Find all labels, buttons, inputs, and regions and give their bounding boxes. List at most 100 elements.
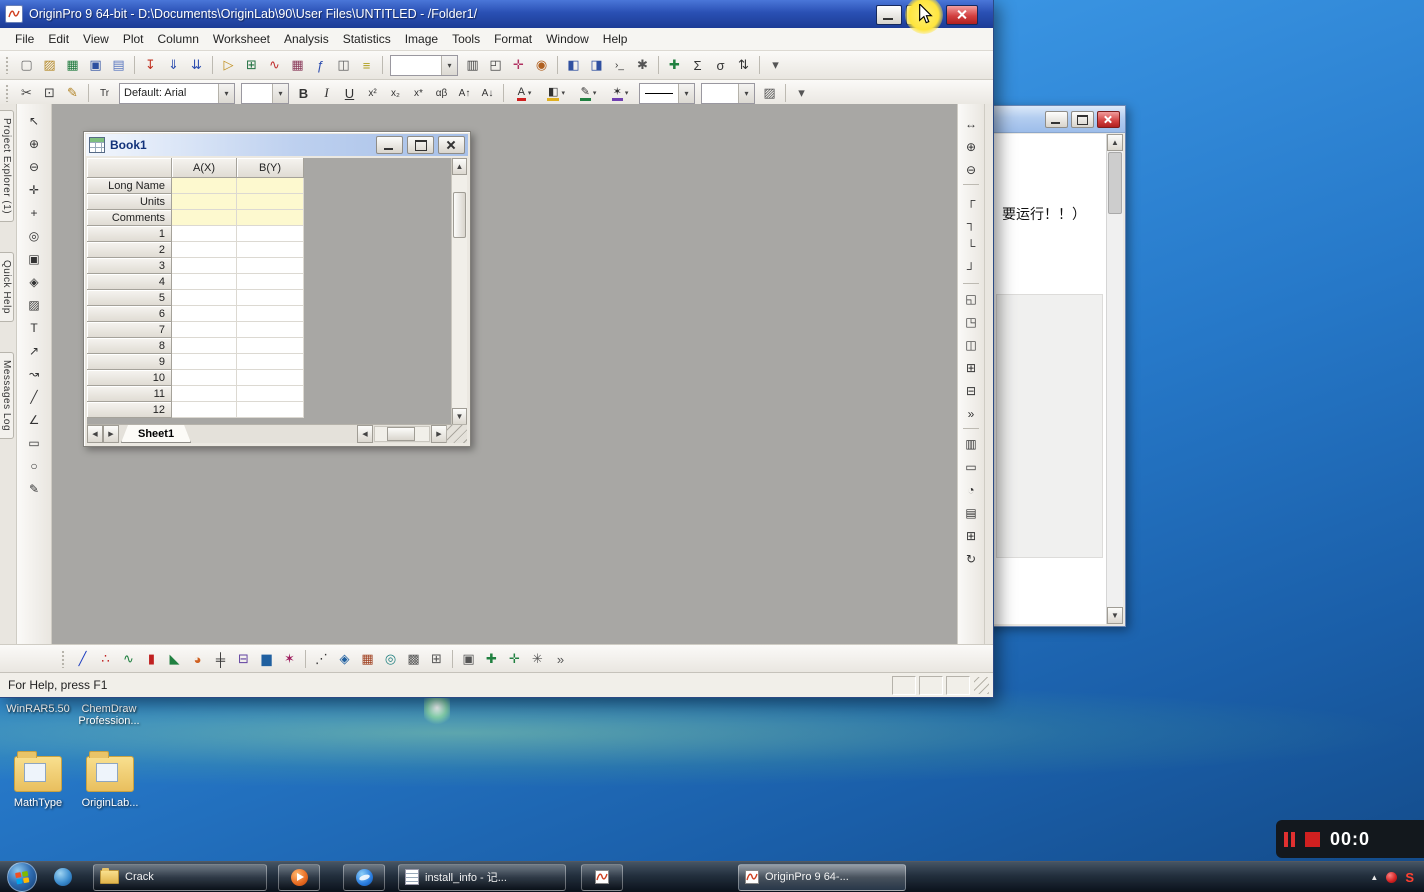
increase-font-button[interactable]: A↑ [454,83,475,103]
desktop-label-chemdraw[interactable]: ChemDraw Profession... [70,703,148,727]
contour-plot-icon[interactable]: ◎ [380,649,401,669]
worksheet-cell[interactable] [172,274,237,290]
results-log-icon[interactable]: ◨ [586,55,607,75]
freehand-tool[interactable]: ✎ [21,478,47,499]
worksheet-cell[interactable] [172,194,237,210]
histogram-icon[interactable]: ▆ [256,649,277,669]
book-restore-button[interactable] [407,136,434,154]
font-combo[interactable]: Default: Arial ▾ [119,82,235,104]
decrease-font-button[interactable]: A↓ [477,83,498,103]
new-folder-icon[interactable]: ▷ [218,55,239,75]
menu-item[interactable]: Edit [41,30,76,48]
worksheet-cell[interactable] [172,178,237,194]
dropdown-arrow-icon[interactable]: ▾ [561,89,565,97]
row-header[interactable]: 12 [87,402,172,418]
pie-chart-icon[interactable]: ◕ [187,649,208,669]
plot-3d-scatter-icon[interactable]: ⋰ [311,649,332,669]
sheet-tab[interactable]: Sheet1 [121,425,191,443]
new-layout-icon[interactable]: ◫ [333,55,354,75]
worksheet-cell[interactable] [172,402,237,418]
worksheet-cell[interactable] [237,258,304,274]
scroll-up-button[interactable]: ▲ [452,158,467,175]
line-width-combo[interactable]: ▾ [701,82,755,104]
graph-rescale-icon[interactable]: ↔ [958,113,984,134]
line-plot-icon[interactable]: ╱ [72,649,93,669]
superscript-button[interactable]: x² [362,83,383,103]
toolbar-grip[interactable] [61,650,66,668]
area-plot-icon[interactable]: ◣ [164,649,185,669]
add-graph-icon[interactable]: ✚ [481,649,502,669]
data-reader-tool[interactable]: ◎ [21,225,47,246]
worksheet-cell[interactable] [237,338,304,354]
browser-icon[interactable] [50,864,76,890]
import-multiple-ascii-icon[interactable]: ⇊ [186,55,207,75]
new-legend-icon[interactable]: ▭ [958,456,984,477]
desktop-label-winrar[interactable]: WinRAR5.50 [2,703,74,715]
menu-item[interactable]: Plot [116,30,151,48]
cut-icon[interactable]: ✂ [16,83,37,103]
row-header[interactable]: 10 [87,370,172,386]
underline-button[interactable]: U [339,83,360,103]
line-color-button[interactable]: ✎ ▾ [573,83,603,103]
curved-arrow-tool[interactable]: ↝ [21,363,47,384]
italic-button[interactable]: I [316,83,337,103]
worksheet-cell[interactable] [237,290,304,306]
standard-toolbar-chevron[interactable]: ▾ [765,55,786,75]
worksheet-cell[interactable] [237,322,304,338]
digitizer-icon[interactable]: ✛ [508,55,529,75]
rectangle-tool[interactable]: ▭ [21,432,47,453]
text-tool[interactable]: T [21,317,47,338]
menu-item[interactable]: Help [596,30,635,48]
graph-zoom-in-icon[interactable]: ⊕ [958,136,984,157]
book1-window[interactable]: Book1 A(X) B(Y) Long Name Units Comments… [83,131,471,447]
template-library-icon[interactable]: ▣ [458,649,479,669]
new-project-icon[interactable]: ▢ [16,55,37,75]
worksheet-cell[interactable] [172,322,237,338]
row-header[interactable]: 5 [87,290,172,306]
book-minimize-button[interactable] [376,136,403,154]
worksheet-cell[interactable] [237,306,304,322]
book-resize-grip[interactable] [446,424,467,443]
vertical-scrollbar[interactable]: ▲ ▼ [451,158,467,425]
worksheet-cell[interactable] [237,210,304,226]
add-top-x-axis-icon[interactable]: ┌ [958,189,984,210]
hscroll-thumb[interactable] [387,427,415,441]
plot-3d-surface-icon[interactable]: ◈ [334,649,355,669]
row-header[interactable]: 6 [87,306,172,322]
worksheet-cell[interactable] [172,306,237,322]
copy-icon[interactable]: ⊡ [39,83,60,103]
column-header-a[interactable]: A(X) [172,158,237,178]
tab-messages-log[interactable]: Messages Log [0,352,14,440]
menu-item[interactable]: Format [487,30,539,48]
add-color-scale-icon[interactable]: ▥ [958,433,984,454]
worksheet-cell[interactable] [237,274,304,290]
extract-to-layers-icon[interactable]: ⊞ [958,357,984,378]
menu-item[interactable]: Statistics [336,30,398,48]
print-icon[interactable]: ▥ [462,55,483,75]
row-header[interactable]: 8 [87,338,172,354]
worksheet-cell[interactable] [172,370,237,386]
row-header[interactable]: 9 [87,354,172,370]
row-header[interactable]: 7 [87,322,172,338]
taskbar-button-crack[interactable]: Crack [93,863,267,891]
sort-icon[interactable]: ⇅ [733,55,754,75]
sheet-prev-button[interactable]: ◀ [87,425,103,443]
worksheet-cell[interactable] [172,242,237,258]
dock-chevron[interactable]: » [958,403,984,424]
add-inset-data-icon[interactable]: ◳ [958,311,984,332]
worksheet-cell[interactable] [237,242,304,258]
zoom-out-tool[interactable]: ⊖ [21,156,47,177]
sum-icon[interactable]: Σ [687,55,708,75]
worksheet-cell[interactable] [237,370,304,386]
hi-lo-close-plot-icon[interactable]: ╪ [210,649,231,669]
subscript-button[interactable]: x₂ [385,83,406,103]
tab-project-explorer[interactable]: Project Explorer (1) [0,110,14,223]
horizontal-scrollbar[interactable] [374,426,430,442]
new-matrix-icon[interactable]: ▦ [287,55,308,75]
scatter-plot-icon[interactable]: ∴ [95,649,116,669]
worksheet-cell[interactable] [172,338,237,354]
scroll-up-button[interactable]: ▲ [1107,134,1123,151]
row-header[interactable]: 2 [87,242,172,258]
selection-on-plot-tool[interactable]: ◈ [21,271,47,292]
bold-button[interactable]: B [293,83,314,103]
